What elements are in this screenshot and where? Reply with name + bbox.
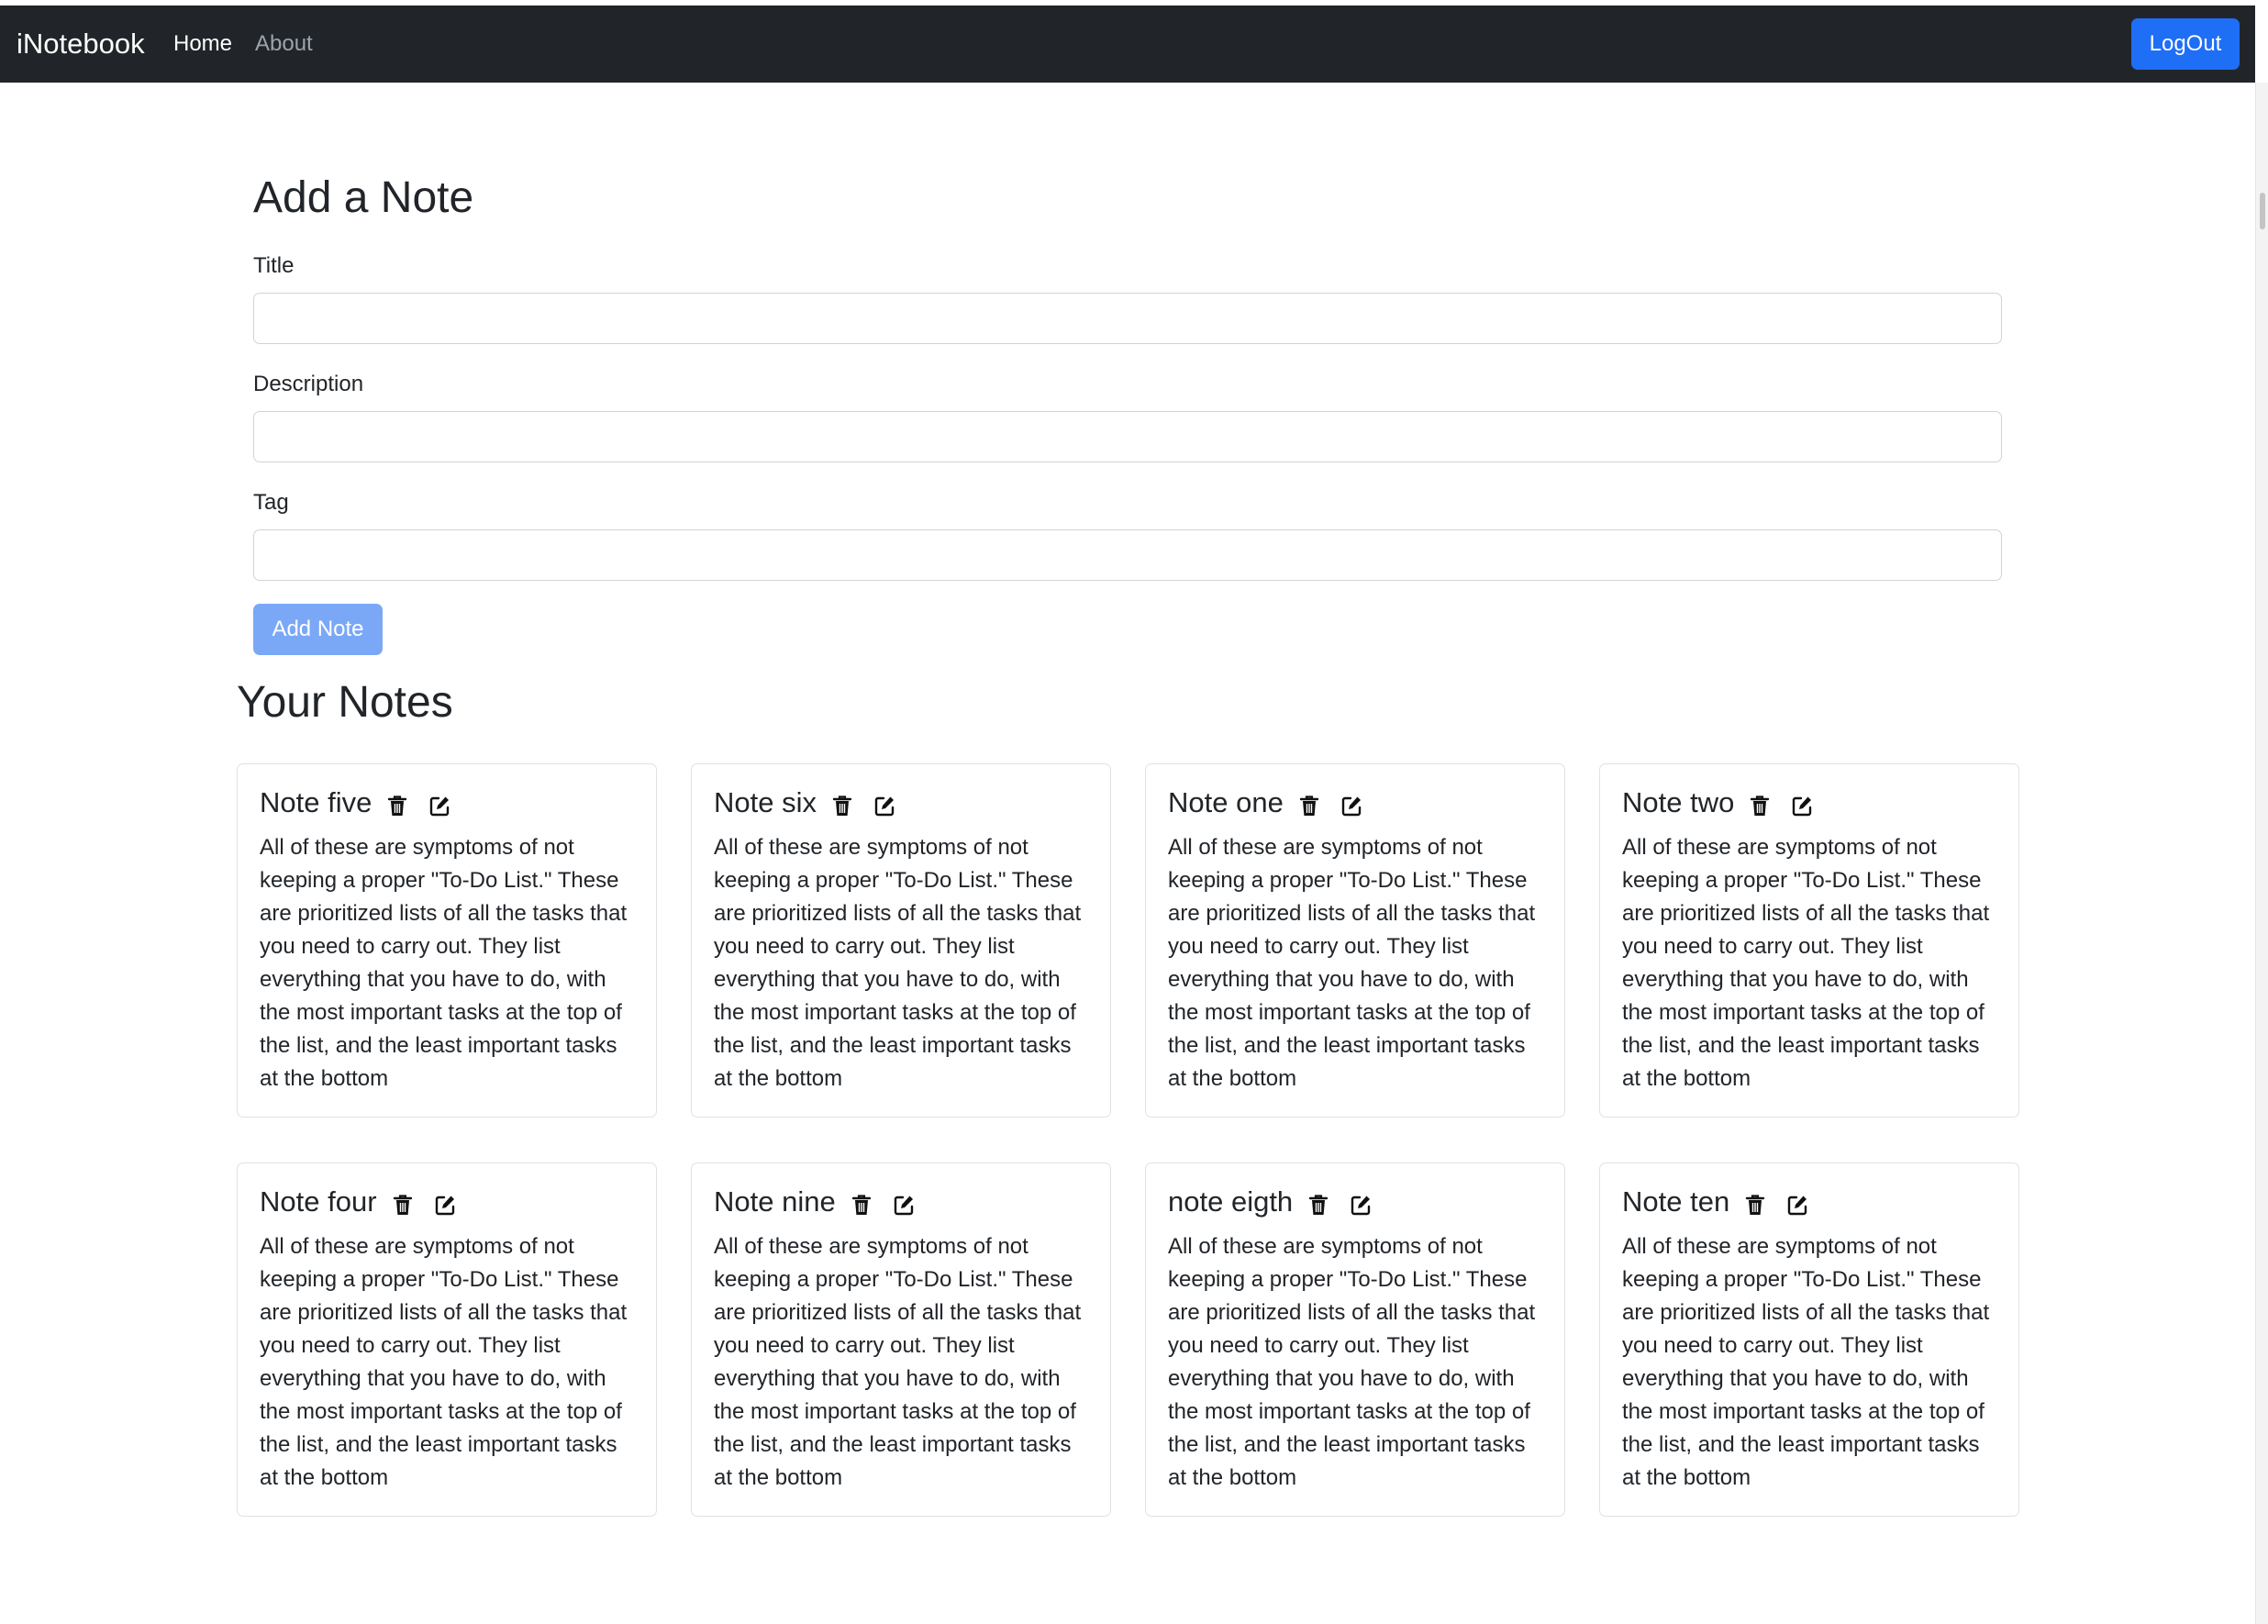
navbar: iNotebook Home About LogOut xyxy=(0,6,2255,83)
trash-icon[interactable] xyxy=(1307,1193,1329,1217)
add-note-button[interactable]: Add Note xyxy=(253,604,383,655)
note-description: All of these are symptoms of not keeping… xyxy=(714,835,1082,1091)
edit-icon[interactable] xyxy=(873,794,895,818)
title-input[interactable] xyxy=(253,293,2002,344)
note-title: Note six xyxy=(714,786,817,818)
edit-icon[interactable] xyxy=(1786,1193,1808,1217)
edit-icon[interactable] xyxy=(1791,794,1813,818)
note-card: note eigth All of these are symptoms of n… xyxy=(1145,1162,1565,1517)
edit-icon[interactable] xyxy=(434,1193,456,1217)
note-card: Note one All of these are symptoms of not… xyxy=(1145,763,1565,1118)
edit-icon[interactable] xyxy=(1340,794,1362,818)
trash-icon[interactable] xyxy=(850,1193,873,1217)
brand-link[interactable]: iNotebook xyxy=(17,6,145,83)
note-title: Note four xyxy=(260,1185,377,1218)
note-description: All of these are symptoms of not keeping… xyxy=(1622,835,1990,1091)
note-card: Note six All of these are symptoms of not… xyxy=(691,763,1111,1118)
note-description: All of these are symptoms of not keeping… xyxy=(260,1234,628,1490)
trash-icon[interactable] xyxy=(831,794,853,818)
trash-icon[interactable] xyxy=(1744,1193,1766,1217)
app-root: iNotebook Home About LogOut Add a Note T… xyxy=(0,0,2268,1624)
note-description: All of these are symptoms of not keeping… xyxy=(260,835,628,1091)
logout-button[interactable]: LogOut xyxy=(2131,18,2240,70)
add-note-heading: Add a Note xyxy=(253,173,474,222)
note-card: Note ten All of these are symptoms of not… xyxy=(1599,1162,2019,1517)
note-card-header: Note six xyxy=(714,784,895,821)
description-label: Description xyxy=(253,372,364,396)
note-card-header: Note ten xyxy=(1622,1184,1808,1220)
description-input[interactable] xyxy=(253,411,2002,462)
trash-icon[interactable] xyxy=(1298,794,1320,818)
nav-about-link[interactable]: About xyxy=(255,6,313,83)
note-description: All of these are symptoms of not keeping… xyxy=(714,1234,1082,1490)
note-card: Note four All of these are symptoms of no… xyxy=(237,1162,657,1517)
note-description: All of these are symptoms of not keeping… xyxy=(1168,835,1536,1091)
note-card-header: Note nine xyxy=(714,1184,915,1220)
note-card: Note five All of these are symptoms of no… xyxy=(237,763,657,1118)
note-description: All of these are symptoms of not keeping… xyxy=(1168,1234,1536,1490)
tag-input[interactable] xyxy=(253,529,2002,581)
note-card: Note two All of these are symptoms of not… xyxy=(1599,763,2019,1118)
your-notes-heading: Your Notes xyxy=(237,678,453,727)
edit-icon[interactable] xyxy=(428,794,450,818)
note-card-header: Note four xyxy=(260,1184,456,1220)
note-description: All of these are symptoms of not keeping… xyxy=(1622,1234,1990,1490)
note-card: Note nine All of these are symptoms of no… xyxy=(691,1162,1111,1517)
edit-icon[interactable] xyxy=(1350,1193,1372,1217)
note-card-header: note eigth xyxy=(1168,1184,1372,1220)
note-card-header: Note five xyxy=(260,784,450,821)
note-title: Note two xyxy=(1622,786,1735,818)
note-title: Note nine xyxy=(714,1185,836,1218)
trash-icon[interactable] xyxy=(1749,794,1771,818)
note-title: note eigth xyxy=(1168,1185,1294,1218)
note-title: Note one xyxy=(1168,786,1284,818)
note-title: Note five xyxy=(260,786,372,818)
edit-icon[interactable] xyxy=(893,1193,915,1217)
page-scrollbar[interactable] xyxy=(2255,83,2268,1624)
title-label: Title xyxy=(253,253,295,278)
note-title: Note ten xyxy=(1622,1185,1730,1218)
nav-home-link[interactable]: Home xyxy=(173,6,232,83)
trash-icon[interactable] xyxy=(386,794,408,818)
tag-label: Tag xyxy=(253,490,289,515)
note-card-header: Note one xyxy=(1168,784,1362,821)
scrollbar-thumb[interactable] xyxy=(2260,193,2265,229)
trash-icon[interactable] xyxy=(392,1193,414,1217)
note-card-header: Note two xyxy=(1622,784,1813,821)
